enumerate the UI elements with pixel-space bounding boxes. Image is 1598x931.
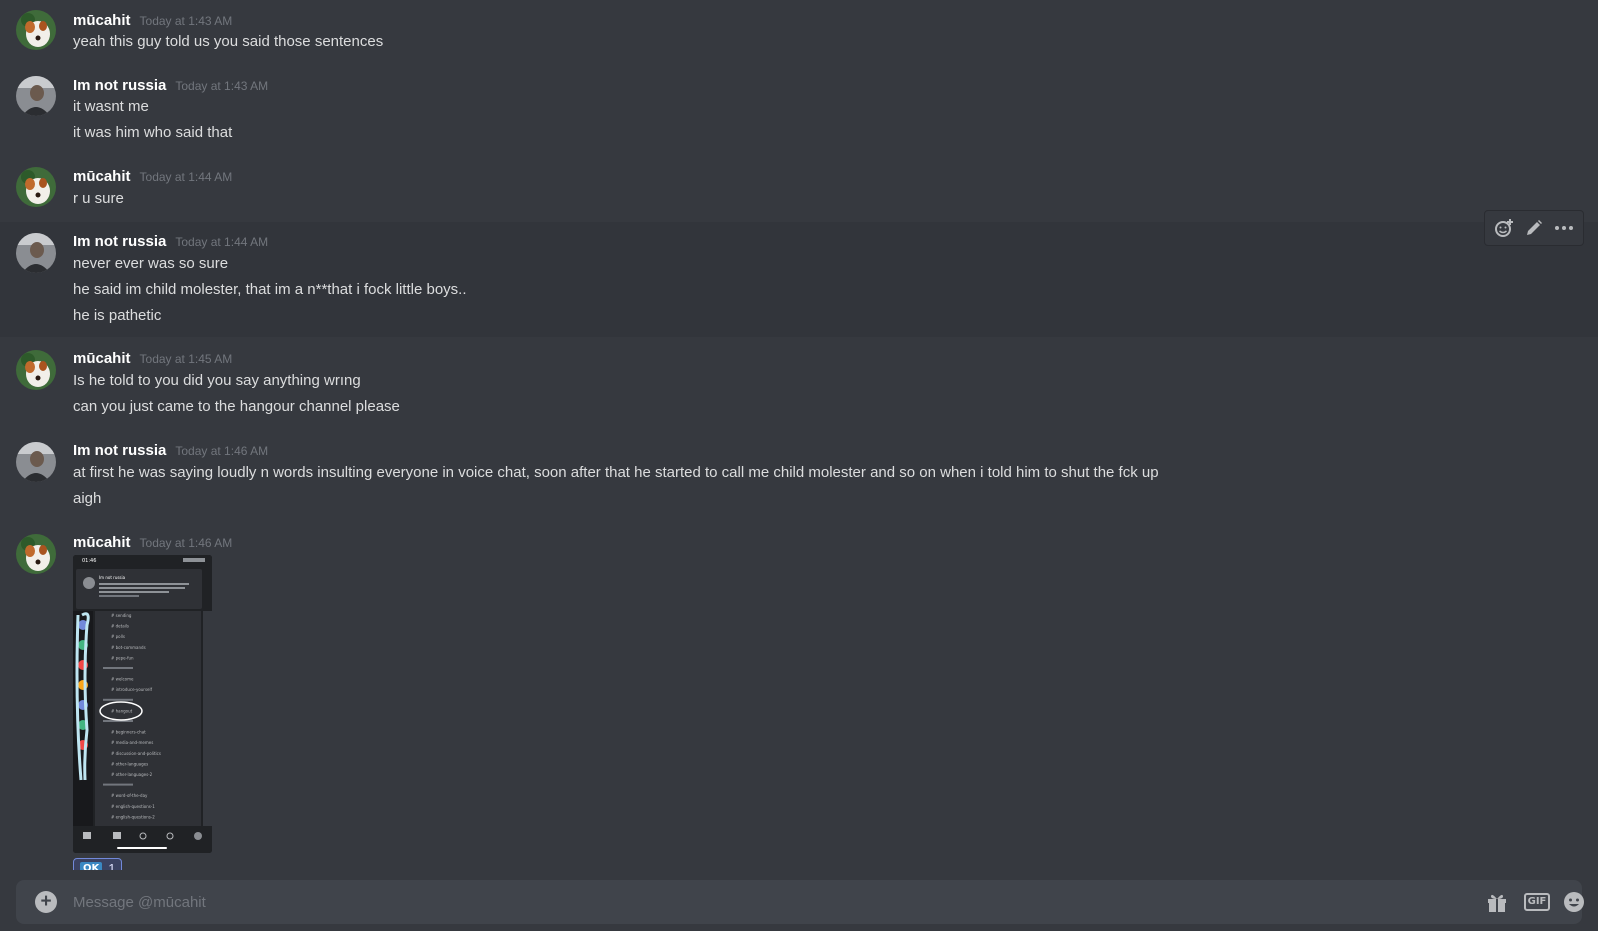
- add-reaction-icon[interactable]: [1490, 214, 1518, 242]
- emoji-icon[interactable]: [1562, 890, 1586, 914]
- message-text: r u sure: [73, 190, 124, 207]
- username[interactable]: mūcahit: [73, 168, 131, 185]
- attachment-channel-label: # introduce-yourself: [111, 687, 153, 692]
- timestamp: Today at 1:43 AM: [139, 14, 233, 28]
- username[interactable]: mūcahit: [73, 534, 131, 551]
- image-attachment[interactable]: 01:46 Im not russia # sending # details # …: [73, 555, 212, 853]
- reaction-count: 1: [108, 860, 116, 871]
- username[interactable]: Im not russia: [73, 77, 166, 94]
- message-text: yeah this guy told us you said those sen…: [73, 33, 384, 50]
- attachment-channel-label: # other-languages: [111, 761, 148, 766]
- message-group: Im not russia Today at 1:43 AM it wasnt …: [0, 65, 1598, 150]
- message-list[interactable]: mūcahit Today at 1:43 AM yeah this guy t…: [0, 0, 1598, 870]
- timestamp: Today at 1:44 AM: [175, 235, 269, 249]
- attachment-channel-label: # media-and-memes: [111, 740, 153, 745]
- attachment-channel-label: # english-questions-2: [111, 814, 155, 819]
- attachment-channel-label: # english-questions-1: [111, 804, 155, 809]
- username[interactable]: Im not russia: [73, 233, 166, 250]
- gif-icon[interactable]: GIF: [1522, 890, 1552, 914]
- username[interactable]: Im not russia: [73, 442, 166, 459]
- attachment-channel-label: # welcome: [111, 677, 134, 682]
- attachment-channel-label: # other-languages-2: [111, 772, 153, 777]
- message-actions-toolbar: [1484, 210, 1584, 246]
- attachment-status-time: 01:46: [82, 558, 96, 564]
- avatar-mucahit[interactable]: [16, 534, 56, 574]
- username[interactable]: mūcahit: [73, 350, 131, 367]
- avatar-im-not-russia[interactable]: [16, 442, 56, 482]
- message-text: Is he told to you did you say anything w…: [73, 372, 361, 389]
- attachment-category-row: [103, 667, 133, 669]
- timestamp: Today at 1:43 AM: [175, 79, 269, 93]
- message-composer: + GIF: [16, 880, 1584, 924]
- avatar-im-not-russia[interactable]: [16, 233, 56, 273]
- message-text: never ever was so sure: [73, 255, 229, 272]
- message-text: aigh: [73, 490, 102, 507]
- attachment-channel-label: # pepe-fun: [111, 655, 134, 660]
- message-group: Im not russia Today at 1:44 AM never eve…: [0, 222, 1598, 337]
- message-text: can you just came to the hangour channel…: [73, 398, 400, 415]
- gift-icon[interactable]: [1485, 890, 1509, 914]
- message-text: it wasnt me: [73, 98, 149, 115]
- timestamp: Today at 1:45 AM: [139, 352, 233, 366]
- attachment-channel-label: # bot-commands: [111, 645, 146, 650]
- timestamp: Today at 1:46 AM: [139, 536, 233, 550]
- avatar-im-not-russia[interactable]: [16, 76, 56, 116]
- upload-plus-icon[interactable]: +: [35, 891, 57, 913]
- message-group: mūcahit Today at 1:43 AM yeah this guy t…: [0, 0, 1598, 60]
- attachment-category-row: [103, 783, 133, 786]
- attachment-channel-label: # word-of-the-day: [111, 793, 148, 798]
- ok-reaction[interactable]: OK 1: [73, 858, 123, 871]
- timestamp: Today at 1:44 AM: [139, 170, 233, 184]
- attachment-channel-label: # beginners-chat: [111, 730, 146, 735]
- message-text: it was him who said that: [73, 124, 233, 141]
- avatar-mucahit[interactable]: [16, 10, 56, 50]
- message-text: at first he was saying loudly n words in…: [73, 464, 1159, 481]
- attachment-header-name: Im not russia: [99, 575, 126, 580]
- edit-icon[interactable]: [1520, 214, 1548, 242]
- message-group: mūcahit Today at 1:45 AM Is he told to y…: [0, 340, 1598, 425]
- timestamp: Today at 1:46 AM: [175, 444, 269, 458]
- message-group: Im not russia Today at 1:46 AM at first …: [0, 432, 1598, 517]
- message-group: mūcahit Today at 1:44 AM r u sure: [0, 157, 1598, 217]
- attachment-channel-label: # details: [111, 624, 129, 629]
- message-text: he said im child molester, that im a n**…: [73, 281, 467, 298]
- attachment-channel-label: # polls: [111, 634, 125, 639]
- more-icon[interactable]: [1550, 214, 1578, 242]
- attachment-channel-label: # discussion-and-politics: [111, 751, 161, 756]
- avatar-mucahit[interactable]: [16, 167, 56, 207]
- attachment-category-row: [103, 698, 133, 701]
- attachment-channel-label: # hangout: [111, 708, 133, 713]
- username[interactable]: mūcahit: [73, 12, 131, 29]
- message-group: mūcahit Today at 1:46 AM: [0, 524, 1598, 574]
- message-text: he is pathetic: [73, 307, 162, 324]
- message-input[interactable]: [73, 890, 1423, 914]
- attachment-channel-label: # sending: [111, 613, 132, 618]
- ok-emoji: OK: [80, 861, 103, 870]
- avatar-mucahit[interactable]: [16, 350, 56, 390]
